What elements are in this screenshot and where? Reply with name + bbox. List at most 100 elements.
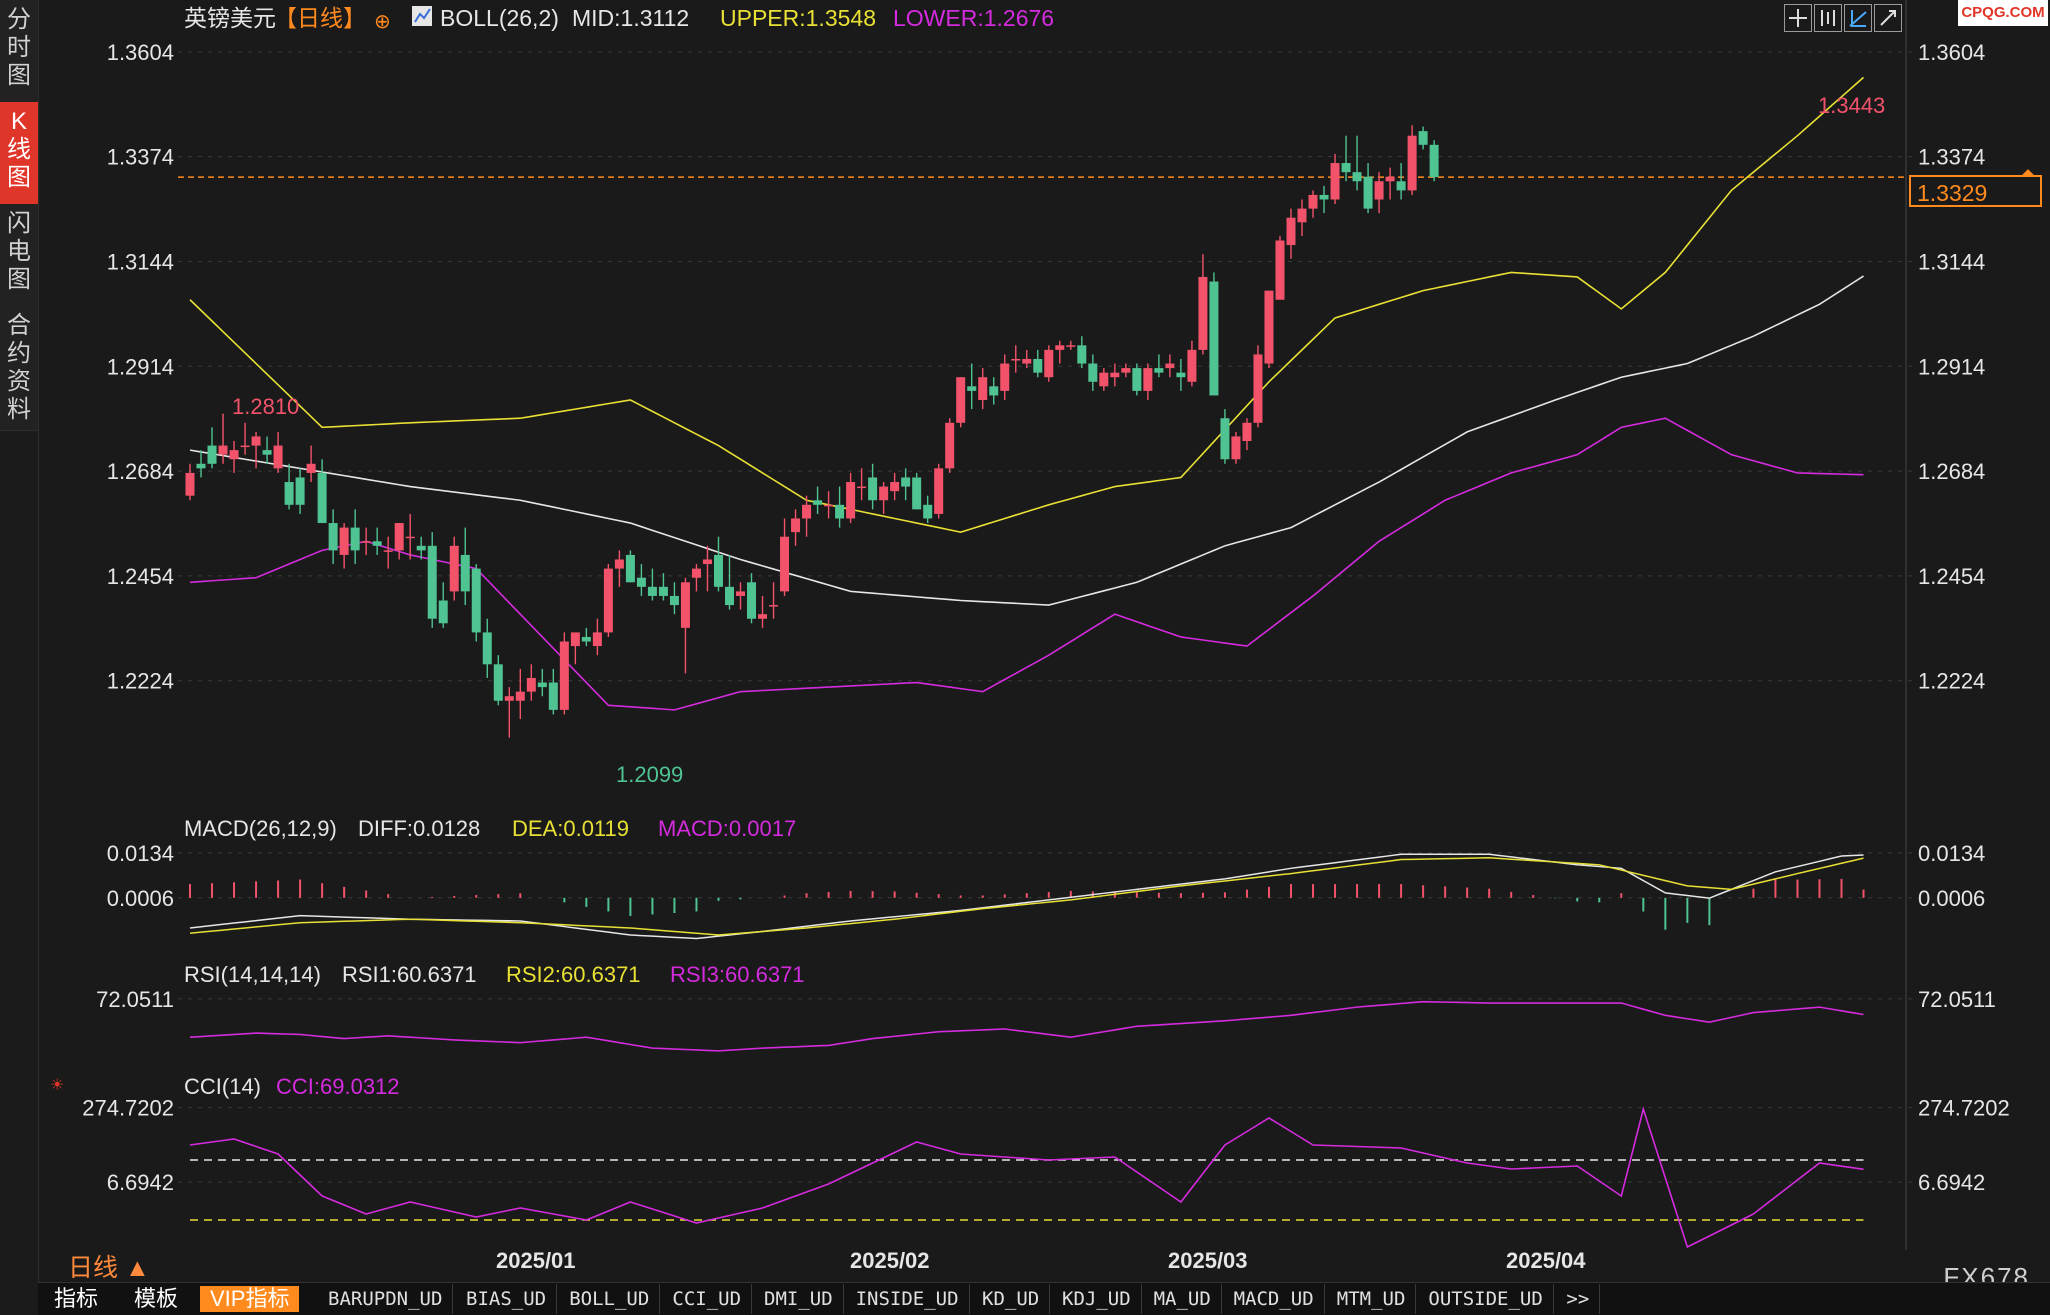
candle-body bbox=[614, 559, 624, 569]
candle-body bbox=[328, 523, 338, 551]
indicator-tab[interactable]: INSIDE_UD bbox=[846, 1284, 970, 1314]
candle-body bbox=[978, 377, 988, 400]
rsi-line bbox=[189, 1000, 1864, 1052]
macd-tick-right: 0.0134 bbox=[1918, 841, 1985, 866]
rsi-tick-left: 72.0511 bbox=[96, 987, 174, 1012]
indicator-tab[interactable]: DMI_UD bbox=[754, 1284, 844, 1314]
candle-body bbox=[1264, 290, 1274, 364]
candle-body bbox=[515, 691, 525, 701]
candle-body bbox=[702, 559, 712, 565]
candle-body bbox=[691, 568, 701, 578]
candle-body bbox=[1352, 172, 1362, 182]
macd-dea: DEA:0.0119 bbox=[512, 816, 629, 841]
indicator-tab[interactable]: BIAS_UD bbox=[456, 1284, 558, 1314]
macd-tick-right: 0.0006 bbox=[1918, 886, 1985, 911]
candle-body bbox=[846, 482, 856, 519]
timeframe-selector[interactable]: 日线 ▲ bbox=[68, 1248, 150, 1284]
indicator-tab[interactable]: MTM_UD bbox=[1327, 1284, 1417, 1314]
indicator-button[interactable]: 指标 bbox=[44, 1286, 108, 1312]
boll-label: BOLL(26,2) bbox=[440, 5, 559, 31]
candle-body bbox=[240, 445, 250, 448]
indicator-tab[interactable]: CCI_UD bbox=[662, 1284, 753, 1314]
macd-pane: 0.0134 0.0134 0.0006 0.0006 bbox=[107, 841, 1985, 940]
candle-body bbox=[736, 591, 745, 596]
candle-body bbox=[460, 554, 470, 592]
rsi3-value: RSI3:60.6371 bbox=[670, 962, 805, 987]
candle-body bbox=[339, 527, 349, 555]
candle-body bbox=[1187, 349, 1197, 382]
candle-body bbox=[824, 504, 834, 507]
tab-contract-info[interactable]: 合约资料 bbox=[0, 306, 38, 431]
macd-tick-left: 0.0006 bbox=[107, 886, 174, 911]
candle-body bbox=[603, 568, 613, 633]
cci-tick-left: 274.7202 bbox=[82, 1096, 174, 1121]
date-label: 2025/01 bbox=[496, 1248, 576, 1273]
candle-body bbox=[1143, 368, 1153, 391]
candle-body bbox=[361, 541, 371, 543]
candle-body bbox=[747, 582, 757, 619]
candle-body bbox=[989, 386, 999, 396]
candle-body bbox=[207, 445, 217, 464]
candle-body bbox=[1121, 368, 1131, 373]
candle-body bbox=[1363, 176, 1373, 209]
tab-kline[interactable]: K线图 bbox=[0, 102, 38, 205]
rsi2-value: RSI2:60.6371 bbox=[506, 962, 641, 987]
add-icon[interactable]: ⊕ bbox=[374, 11, 391, 33]
cci-pane: 274.7202 274.7202 6.6942 6.6942 bbox=[82, 1096, 2010, 1249]
draw-tool-icon[interactable] bbox=[1844, 4, 1872, 32]
candle-body bbox=[559, 641, 569, 710]
annotation-low: 1.2099 bbox=[616, 762, 683, 787]
candle-body bbox=[1341, 163, 1351, 173]
candle-body bbox=[1066, 345, 1076, 347]
indicator-tab[interactable]: KD_UD bbox=[972, 1284, 1051, 1314]
candle-body bbox=[394, 523, 404, 551]
indicator-tab[interactable]: MA_UD bbox=[1144, 1284, 1222, 1314]
candle-body bbox=[1110, 372, 1120, 378]
cci-tick-right: 274.7202 bbox=[1918, 1096, 2010, 1121]
candle-body bbox=[1286, 217, 1296, 246]
chart-area[interactable]: 0.0134 0.0134 0.0006 0.0006 72.0511 72.0511 … bbox=[38, 0, 2050, 1282]
tab-timeshare[interactable]: 分时图 bbox=[0, 0, 38, 103]
candle-body bbox=[185, 472, 195, 496]
price-tick-left: 1.3374 bbox=[107, 145, 174, 170]
candle-body bbox=[1385, 176, 1395, 182]
price-grid bbox=[178, 0, 2036, 1250]
candle-body bbox=[912, 477, 922, 510]
candle-body bbox=[724, 586, 734, 606]
candle-body bbox=[857, 486, 867, 489]
candle-body bbox=[758, 614, 768, 619]
candle-body bbox=[350, 527, 360, 551]
candle-body bbox=[504, 696, 514, 701]
date-label: 2025/03 bbox=[1168, 1248, 1248, 1273]
indicator-tab[interactable]: KDJ_UD bbox=[1052, 1284, 1142, 1314]
candle-body bbox=[581, 636, 591, 642]
indicator-tab[interactable]: BARUPDN_UD bbox=[318, 1284, 454, 1314]
candle-body bbox=[923, 504, 933, 519]
candle-body bbox=[1154, 368, 1164, 373]
candle-body bbox=[658, 586, 668, 596]
crosshair-icon[interactable] bbox=[1784, 4, 1812, 32]
macd-diff: DIFF:0.0128 bbox=[358, 816, 480, 841]
price-tick-left: 1.2684 bbox=[107, 459, 174, 484]
price-tick-left: 1.2914 bbox=[107, 354, 174, 379]
candle-body bbox=[262, 450, 272, 455]
site-logo: CPQG.COM bbox=[1958, 0, 2048, 26]
candle-body bbox=[956, 377, 966, 423]
settings-icon[interactable]: ☀ bbox=[50, 1077, 64, 1094]
indicator-tab[interactable]: BOLL_UD bbox=[559, 1284, 661, 1314]
candle-body bbox=[416, 545, 426, 551]
date-label: 2025/04 bbox=[1506, 1248, 1586, 1273]
fullscreen-icon[interactable] bbox=[1874, 4, 1902, 32]
candle-body bbox=[1418, 131, 1428, 145]
period-tag[interactable]: 【日线】 bbox=[274, 5, 366, 31]
annotation-high: 1.2810 bbox=[232, 394, 299, 419]
vip-indicator-button[interactable]: VIP指标 bbox=[200, 1286, 300, 1312]
indicator-tab[interactable]: MACD_UD bbox=[1224, 1284, 1325, 1314]
template-button[interactable]: 模板 bbox=[124, 1286, 188, 1312]
indicator-tab[interactable]: OUTSIDE_UD bbox=[1418, 1284, 1554, 1314]
indicator-tab[interactable]: >> bbox=[1556, 1284, 1601, 1314]
candle-body bbox=[1011, 358, 1021, 361]
tab-flash-chart[interactable]: 闪电图 bbox=[0, 204, 38, 307]
candle-mode-icon[interactable] bbox=[1814, 4, 1842, 32]
candle-body bbox=[1209, 281, 1219, 396]
